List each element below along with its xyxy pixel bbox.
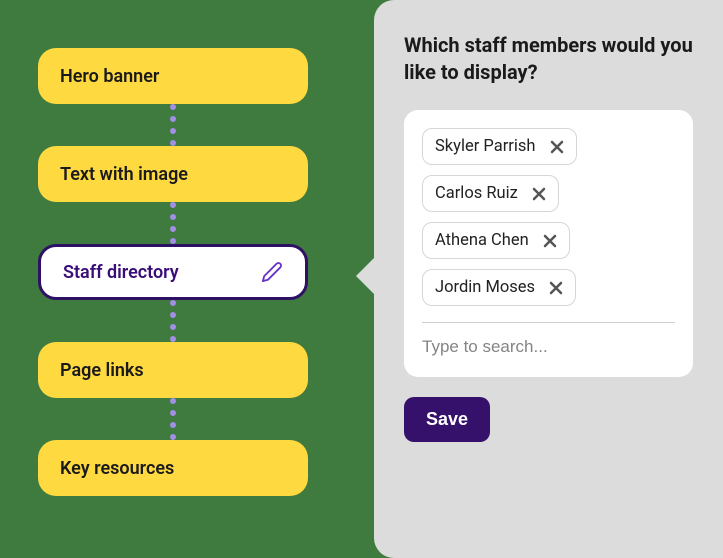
block-staff-directory[interactable]: Staff directory xyxy=(38,244,308,300)
connector xyxy=(170,104,176,146)
close-icon[interactable] xyxy=(550,140,564,154)
close-icon[interactable] xyxy=(532,187,546,201)
block-hero-banner[interactable]: Hero banner xyxy=(38,48,308,104)
chip-label: Carlos Ruiz xyxy=(435,184,518,203)
staff-chip[interactable]: Skyler Parrish xyxy=(422,128,577,165)
selected-chips: Skyler Parrish Carlos Ruiz Athena Chen J… xyxy=(422,128,675,306)
block-label: Hero banner xyxy=(60,66,159,87)
staff-chip[interactable]: Carlos Ruiz xyxy=(422,175,559,212)
connector xyxy=(170,300,176,342)
staff-chip[interactable]: Jordin Moses xyxy=(422,269,576,306)
save-button[interactable]: Save xyxy=(404,397,490,442)
block-label: Text with image xyxy=(60,164,188,185)
block-label: Staff directory xyxy=(63,262,179,283)
block-label: Key resources xyxy=(60,458,174,479)
connector xyxy=(170,398,176,440)
close-icon[interactable] xyxy=(543,234,557,248)
chip-label: Skyler Parrish xyxy=(435,137,536,156)
panel-title: Which staff members would you like to di… xyxy=(404,32,693,86)
block-text-with-image[interactable]: Text with image xyxy=(38,146,308,202)
staff-chip[interactable]: Athena Chen xyxy=(422,222,570,259)
block-key-resources[interactable]: Key resources xyxy=(38,440,308,496)
divider xyxy=(422,322,675,323)
search-input[interactable] xyxy=(422,337,675,357)
close-icon[interactable] xyxy=(549,281,563,295)
block-label: Page links xyxy=(60,360,144,381)
blocks-list: Hero banner Text with image Staff direct… xyxy=(38,48,308,496)
chip-label: Jordin Moses xyxy=(435,278,535,297)
connector xyxy=(170,202,176,244)
block-page-links[interactable]: Page links xyxy=(38,342,308,398)
staff-selector-card: Skyler Parrish Carlos Ruiz Athena Chen J… xyxy=(404,110,693,377)
chip-label: Athena Chen xyxy=(435,231,529,250)
config-panel: Which staff members would you like to di… xyxy=(374,0,723,558)
panel-pointer-icon xyxy=(356,258,374,294)
pencil-icon[interactable] xyxy=(261,261,283,283)
